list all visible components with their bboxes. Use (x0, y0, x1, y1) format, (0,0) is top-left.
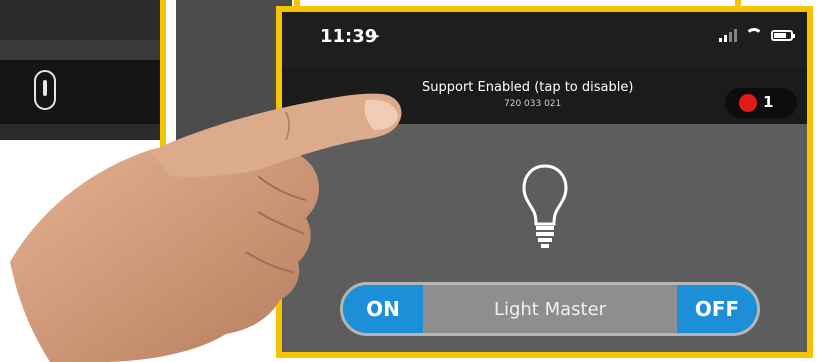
status-time: 11:39 (320, 26, 378, 47)
status-bar: 11:39 ➤ (282, 12, 807, 68)
on-button[interactable]: ON (343, 285, 423, 333)
battery-icon (771, 29, 795, 41)
support-number: 720 033 021 (504, 99, 562, 109)
lightbulb-icon (522, 164, 568, 248)
location-arrow-icon: ➤ (370, 29, 381, 43)
support-title: Support Enabled (tap to disable) (422, 80, 634, 95)
wifi-icon (745, 28, 763, 42)
thermometer-icon (34, 70, 56, 110)
alert-badge[interactable]: 1 (725, 88, 797, 118)
background-screen (176, 0, 292, 264)
light-master-toggle: ON Light Master OFF (340, 282, 760, 336)
signal-icon (719, 28, 737, 42)
phone-frame: 11:39 ➤ Support Enabled (tap to disable)… (276, 6, 813, 358)
toggle-label: Light Master (493, 298, 607, 320)
support-banner[interactable]: Support Enabled (tap to disable) 720 033… (282, 68, 807, 124)
alert-icon (739, 94, 757, 112)
off-button[interactable]: OFF (677, 285, 757, 333)
background-panel (0, 60, 162, 124)
alert-count: 1 (763, 93, 774, 111)
background-toolbar (0, 40, 162, 60)
status-icons (719, 28, 795, 42)
background-device (0, 0, 162, 140)
phone-screen: 11:39 ➤ Support Enabled (tap to disable)… (282, 12, 807, 352)
